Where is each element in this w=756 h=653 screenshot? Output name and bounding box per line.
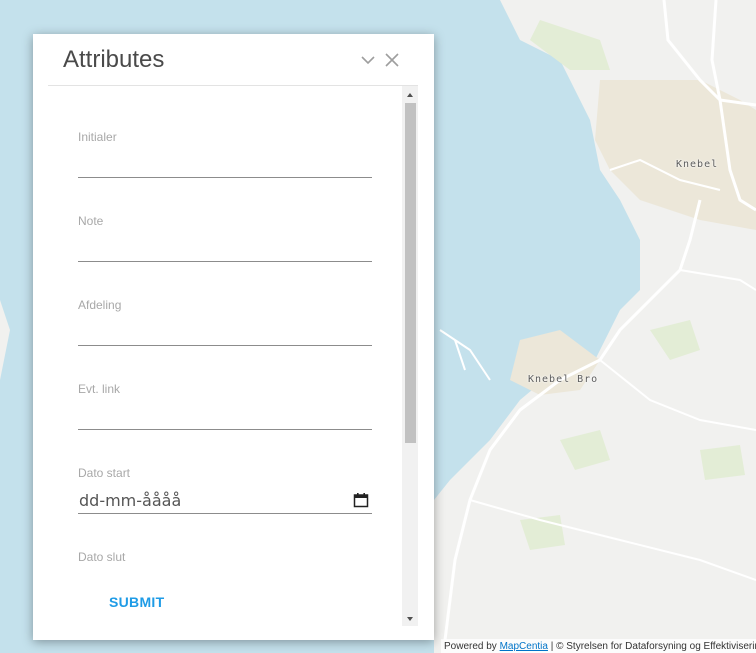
attribution-link[interactable]: MapCentia <box>500 641 548 652</box>
attribution-suffix: | © Styrelsen for Dataforsyning og Effek… <box>547 641 756 652</box>
field-note: Note <box>78 214 372 262</box>
chevron-down-icon[interactable] <box>359 51 377 69</box>
map-attribution: Powered by MapCentia | © Styrelsen for D… <box>441 639 756 653</box>
scrollbar-thumb[interactable] <box>405 103 416 443</box>
date-placeholder: dd-mm-åååå <box>79 491 182 510</box>
field-label-dato-start: Dato start <box>78 466 131 480</box>
field-label-dato-slut: Dato slut <box>78 550 126 564</box>
map-label-knebel: Knebel <box>676 159 719 170</box>
field-dato-slut: Dato slut <box>78 550 372 564</box>
field-evt-link: Evt. link <box>78 382 372 430</box>
scroll-down-arrow-icon[interactable] <box>402 612 418 626</box>
evt-link-input[interactable] <box>78 404 372 430</box>
field-label-afdeling: Afdeling <box>78 298 122 312</box>
map-label-knebel-bro: Knebel Bro <box>528 374 599 385</box>
initialer-input[interactable] <box>78 152 372 178</box>
field-afdeling: Afdeling <box>78 298 372 346</box>
attribution-prefix: Powered by <box>444 641 500 652</box>
field-dato-start: Dato start dd-mm-åååå <box>78 466 372 514</box>
attributes-form: Initialer Note Afdeling Evt. link Dato s… <box>48 86 403 626</box>
field-initialer: Initialer <box>78 130 372 178</box>
scroll-up-arrow-icon[interactable] <box>402 88 418 102</box>
attributes-panel: Attributes Initialer Note Afdeling Evt. … <box>33 34 434 640</box>
panel-header: Attributes <box>48 34 418 86</box>
submit-button[interactable]: SUBMIT <box>109 594 164 610</box>
form-scrollbar[interactable] <box>402 86 418 626</box>
calendar-icon[interactable] <box>353 492 369 508</box>
field-label-evt-link: Evt. link <box>78 382 121 396</box>
note-input[interactable] <box>78 236 372 262</box>
field-label-note: Note <box>78 214 104 228</box>
close-icon[interactable] <box>383 51 401 69</box>
dato-start-input[interactable]: dd-mm-åååå <box>78 484 372 514</box>
afdeling-input[interactable] <box>78 320 372 346</box>
panel-title: Attributes <box>63 46 165 73</box>
field-label-initialer: Initialer <box>78 130 117 144</box>
